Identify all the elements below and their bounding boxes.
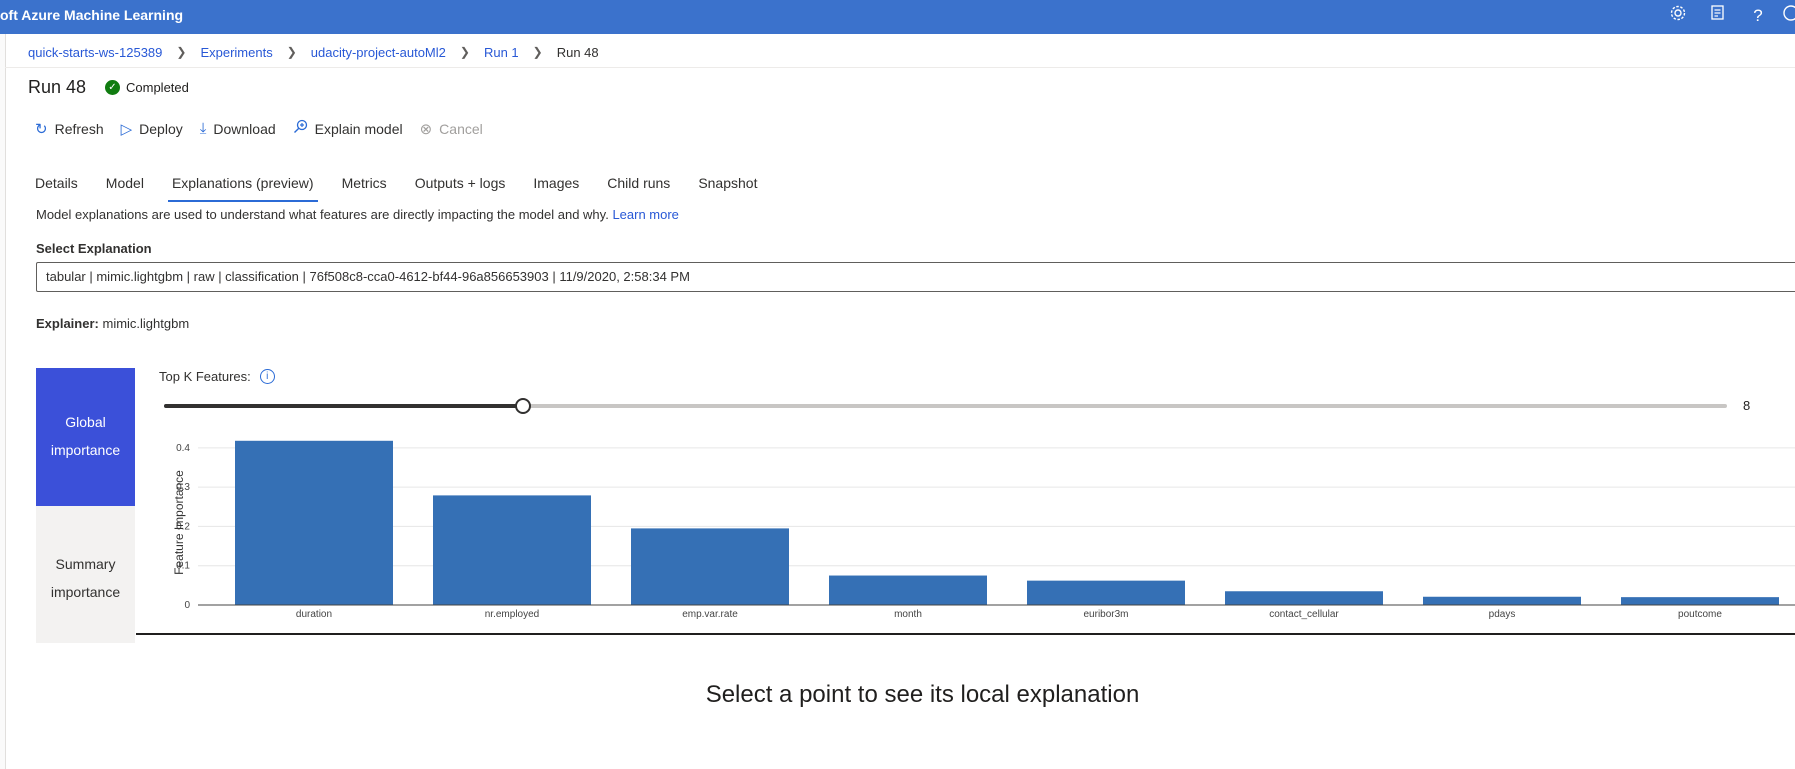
bar-contact_cellular [1225, 591, 1383, 605]
y-tick-label: 0.4 [176, 443, 190, 454]
download-button[interactable]: ⤓ Download [200, 119, 276, 138]
cancel-label: Cancel [439, 120, 483, 137]
command-bar: ↻ Refresh ▷ Deploy ⤓ Download Explain mo… [35, 119, 500, 138]
bar-emp.var.rate [631, 528, 789, 605]
bar-nr.employed [433, 495, 591, 605]
bar-duration [235, 440, 393, 605]
explain-model-button[interactable]: Explain model [293, 119, 403, 138]
explainer-label: Explainer: [36, 316, 99, 331]
top-k-label: Top K Features: [159, 369, 251, 384]
chart-divider [136, 633, 1795, 635]
top-k-value: 8 [1743, 398, 1751, 413]
feature-importance-svg: 00.10.20.30.4Feature Importanceduration n… [172, 440, 1795, 620]
tab-details[interactable]: Details [31, 172, 82, 202]
x-tick-label: emp.var.rate [682, 609, 738, 620]
bar-pdays [1423, 596, 1581, 605]
refresh-label: Refresh [54, 120, 104, 137]
chevron-right-icon: ❯ [532, 45, 543, 59]
top-k-features: Top K Features: i [159, 369, 275, 384]
y-tick-label: 0 [184, 600, 190, 611]
left-nav-strip [0, 34, 6, 769]
x-tick-label: pdays [1489, 609, 1516, 620]
explanation-dropdown[interactable]: tabular | mimic.lightgbm | raw | classif… [36, 262, 1795, 292]
slider-fill [164, 404, 524, 408]
account-icon[interactable] [1782, 4, 1795, 28]
chevron-right-icon: ❯ [459, 45, 470, 59]
explainer-value: mimic.lightgbm [102, 316, 190, 331]
global-importance-tab[interactable]: Global importance [36, 368, 135, 506]
download-icon: ⤓ [199, 120, 207, 137]
select-explanation-label: Select Explanation [36, 241, 152, 256]
app-title: oft Azure Machine Learning [0, 7, 184, 23]
x-tick-label: month [894, 609, 922, 620]
local-explanation-message: Select a point to see its local explanat… [705, 681, 1140, 708]
x-tick-label: poutcome [1678, 609, 1722, 620]
info-icon[interactable]: i [259, 369, 275, 384]
download-label: Download [213, 120, 276, 137]
breadcrumb-workspace[interactable]: quick-starts-ws-125389 [28, 45, 162, 60]
tab-child-runs[interactable]: Child runs [603, 172, 674, 202]
top-k-slider[interactable] [164, 398, 1727, 414]
cancel-button[interactable]: ⊗ Cancel [420, 119, 483, 138]
zoom-in-icon [293, 119, 308, 138]
x-tick-label: nr.employed [485, 609, 539, 620]
tab-images[interactable]: Images [529, 172, 583, 202]
run-tabs: Details Model Explanations (preview) Met… [31, 172, 781, 202]
description-text: Model explanations are used to understan… [36, 207, 609, 222]
breadcrumb: quick-starts-ws-125389 ❯ Experiments ❯ u… [28, 42, 599, 62]
explainer-info: Explainer: mimic.lightgbm [36, 316, 189, 331]
breadcrumb-current: Run 48 [556, 44, 599, 60]
breadcrumb-experiment[interactable]: udacity-project-autoMl2 [311, 45, 446, 60]
slider-thumb[interactable] [515, 398, 532, 414]
page-title: Run 48 [28, 77, 87, 97]
status-badge: ✓ Completed [105, 80, 189, 95]
explanations-description: Model explanations are used to understan… [36, 207, 679, 222]
play-icon: ▷ [120, 120, 133, 138]
breadcrumb-parent-run[interactable]: Run 1 [484, 45, 519, 60]
bar-euribor3m [1027, 580, 1185, 605]
feedback-icon[interactable] [1706, 4, 1730, 28]
chevron-right-icon: ❯ [286, 45, 297, 59]
explain-model-label: Explain model [314, 120, 403, 137]
learn-more-link[interactable]: Learn more [612, 207, 678, 222]
x-tick-label: duration [296, 609, 332, 620]
tab-model[interactable]: Model [102, 172, 148, 202]
feature-importance-chart: 0 0.1 0.2 0.3 0.4 Feature Importance duration n… [150, 436, 1795, 631]
x-tick-label: contact_cellular [1269, 609, 1339, 620]
chevron-right-icon: ❯ [176, 45, 187, 59]
check-circle-icon: ✓ [105, 80, 120, 95]
refresh-icon: ↻ [35, 120, 48, 138]
deploy-label: Deploy [139, 120, 183, 137]
summary-importance-tab[interactable]: Summary importance [36, 506, 135, 643]
tab-metrics[interactable]: Metrics [338, 172, 391, 202]
cancel-icon: ⊗ [419, 120, 433, 138]
status-text: Completed [126, 80, 189, 95]
tab-outputs-logs[interactable]: Outputs + logs [411, 172, 510, 202]
divider [5, 67, 1795, 68]
tab-explanations[interactable]: Explanations (preview) [167, 172, 318, 202]
y-axis-label: Feature Importance [172, 470, 186, 575]
deploy-button[interactable]: ▷ Deploy [121, 119, 183, 138]
refresh-button[interactable]: ↻ Refresh [35, 119, 104, 138]
top-bar: oft Azure Machine Learning ? [0, 0, 1795, 34]
bar-poutcome [1621, 597, 1779, 605]
x-tick-label: euribor3m [1083, 609, 1128, 620]
help-icon[interactable]: ? [1746, 4, 1770, 28]
bar-month [829, 575, 987, 605]
breadcrumb-experiments[interactable]: Experiments [200, 45, 272, 60]
gear-icon[interactable] [1666, 4, 1690, 28]
tab-snapshot[interactable]: Snapshot [694, 172, 761, 202]
